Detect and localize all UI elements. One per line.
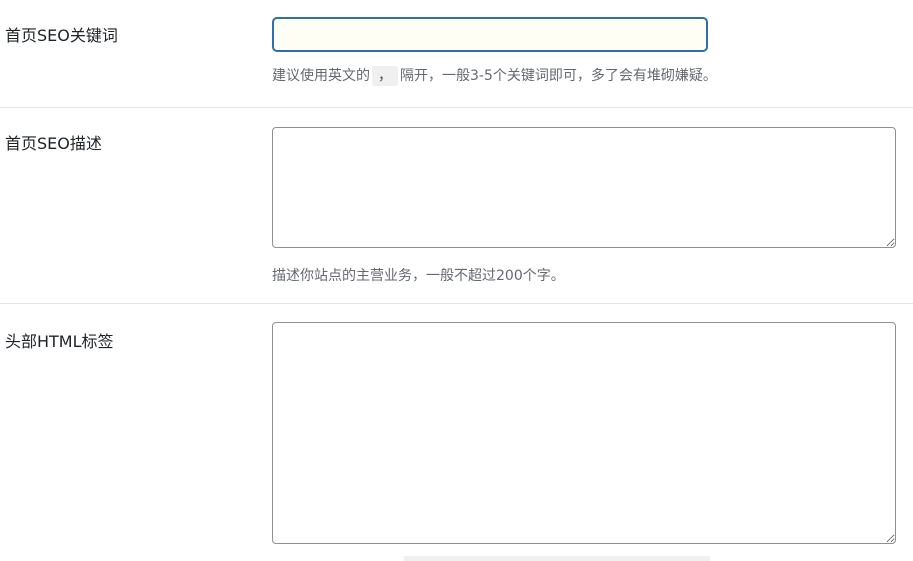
comma-separator-code: ， [372,66,398,86]
keywords-hint-before: 建议使用英文的 [272,68,370,84]
partial-next-hint-chip [404,556,710,561]
home-seo-description-row: 首页SEO描述 描述你站点的主营业务，一般不超过200个字。 [0,108,913,304]
home-seo-description-label: 首页SEO描述 [5,134,102,153]
home-seo-keywords-row: 首页SEO关键词 建议使用英文的，隔开，一般3-5个关键词即可，多了会有堆砌嫌疑… [0,0,913,108]
home-seo-keywords-hint: 建议使用英文的，隔开，一般3-5个关键词即可，多了会有堆砌嫌疑。 [272,66,717,86]
keywords-hint-after: 隔开，一般3-5个关键词即可，多了会有堆砌嫌疑。 [400,68,717,84]
home-seo-description-hint: 描述你站点的主营业务，一般不超过200个字。 [272,268,565,284]
home-seo-keywords-label: 首页SEO关键词 [5,26,118,45]
head-html-tag-row: 头部HTML标签 [0,304,913,561]
head-html-tag-label: 头部HTML标签 [5,332,114,351]
seo-settings-form: 首页SEO关键词 建议使用英文的，隔开，一般3-5个关键词即可，多了会有堆砌嫌疑… [0,0,913,561]
home-seo-keywords-input[interactable] [272,17,708,52]
home-seo-description-textarea[interactable] [272,127,896,248]
head-html-tag-textarea[interactable] [272,322,896,544]
